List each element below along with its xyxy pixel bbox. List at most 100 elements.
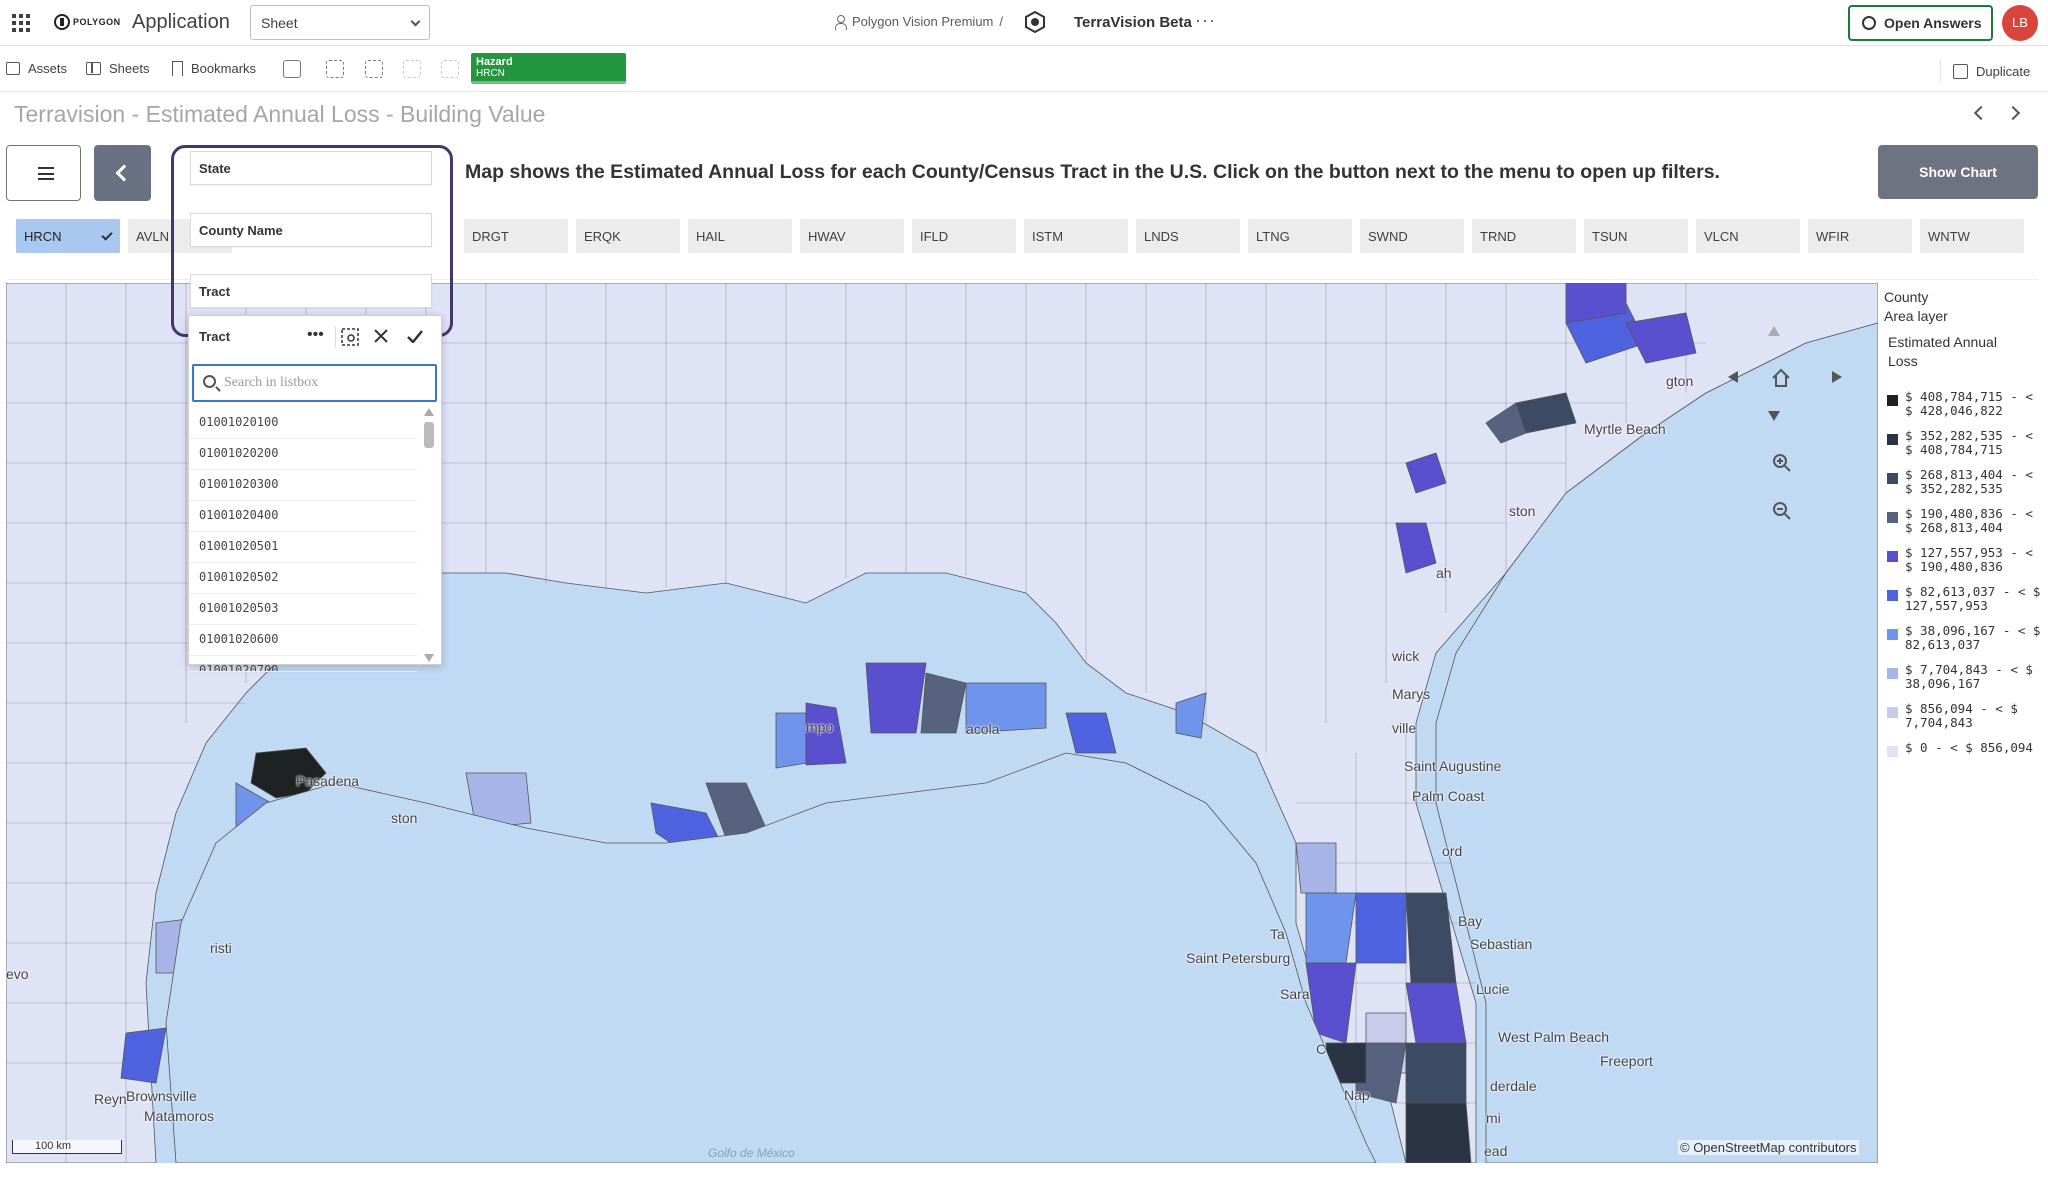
duplicate-label: Duplicate — [1976, 63, 2031, 79]
listbox-item[interactable]: 01001020503 — [189, 594, 417, 625]
insights-icon[interactable] — [283, 60, 301, 78]
more-options-icon[interactable]: ··· — [1195, 10, 1216, 31]
listbox-item[interactable]: 01001020501 — [189, 532, 417, 563]
map-label: ston — [391, 810, 418, 826]
duplicate-icon — [1953, 63, 1968, 79]
avatar[interactable]: LB — [2002, 5, 2038, 41]
pan-up-icon[interactable] — [1768, 326, 1780, 336]
scroll-down-icon[interactable] — [424, 654, 434, 662]
map-label: Brownsville — [126, 1088, 197, 1104]
map-label: Sebastian — [1470, 936, 1533, 952]
space-link[interactable]: Polygon Vision Premium — [852, 14, 993, 29]
toolbar: Assets Sheets Bookmarks Hazard HRCN Dupl… — [0, 47, 2048, 92]
selections-tool-icon[interactable] — [365, 60, 383, 78]
hazard-button-ltng[interactable]: LTNG — [1248, 219, 1352, 253]
duplicate-button[interactable]: Duplicate — [1940, 60, 2030, 82]
assets-icon — [6, 62, 20, 75]
sheets-icon — [86, 62, 101, 75]
space-icon — [834, 14, 847, 30]
sheets-button[interactable]: Sheets — [86, 61, 149, 76]
hamburger-icon — [38, 167, 54, 180]
hazard-button-hail[interactable]: HAIL — [688, 219, 792, 253]
hazard-button-tsun[interactable]: TSUN — [1584, 219, 1688, 253]
hazard-button-lnds[interactable]: LNDS — [1136, 219, 1240, 253]
sheet-title: Terravision - Estimated Annual Loss - Bu… — [14, 101, 546, 127]
legend-swatch — [1887, 395, 1898, 406]
legend-label: $ 82,613,037 - < $ 127,557,953 — [1905, 584, 2041, 613]
map-label: Myrtle Beach — [1584, 421, 1666, 437]
clear-selections-icon[interactable] — [441, 60, 459, 78]
legend-swatch — [1887, 668, 1898, 679]
county-name-filter[interactable]: County Name — [190, 213, 432, 247]
zoom-out-icon[interactable] — [1772, 501, 1792, 521]
app-name[interactable]: TerraVision Beta — [1074, 14, 1192, 31]
hazard-button-hrcn[interactable]: HRCN — [16, 219, 120, 253]
hazard-button-wntw[interactable]: WNTW — [1920, 219, 2024, 253]
listbox-item[interactable]: 01001020300 — [189, 470, 417, 501]
bookmarks-label: Bookmarks — [191, 61, 257, 76]
smart-search-icon[interactable] — [326, 60, 344, 78]
listbox-item[interactable]: 01001020400 — [189, 501, 417, 532]
map-label: Nap — [1344, 1087, 1370, 1103]
state-filter[interactable]: State — [190, 151, 432, 185]
home-icon[interactable] — [1771, 368, 1791, 388]
open-answers-button[interactable]: Open Answers — [1848, 5, 1993, 41]
listbox-search-input[interactable]: Search in listbox — [192, 364, 437, 402]
legend-swatch — [1887, 707, 1898, 718]
hazard-button-wfir[interactable]: WFIR — [1808, 219, 1912, 253]
scroll-up-icon[interactable] — [424, 408, 434, 416]
pan-left-icon[interactable] — [1728, 371, 1738, 383]
listbox-item[interactable]: 01001020200 — [189, 439, 417, 470]
sheet-select[interactable]: Sheet — [250, 5, 430, 40]
hazard-selection-chip[interactable]: Hazard HRCN — [471, 53, 626, 84]
legend-label: $ 352,282,535 - < $ 408,784,715 — [1905, 428, 2033, 457]
next-sheet-icon[interactable] — [2005, 105, 2021, 121]
tract-listbox-popup: Tract ••• Search in listbox 01001020100 0… — [188, 315, 442, 672]
assets-button[interactable]: Assets — [6, 61, 67, 76]
listbox-search-placeholder: Search in listbox — [224, 375, 319, 390]
map-label: wick — [1392, 648, 1420, 664]
step-back-icon[interactable] — [403, 60, 421, 78]
previous-sheet-icon[interactable] — [1973, 105, 1989, 121]
hazard-button-vlcn[interactable]: VLCN — [1696, 219, 1800, 253]
legend-label: $ 127,557,953 - < $ 190,480,836 — [1905, 545, 2033, 574]
hazard-button-drgt[interactable]: DRGT — [464, 219, 568, 253]
listbox-item[interactable]: 01001020100 — [189, 408, 417, 439]
listbox-item[interactable]: 01001020502 — [189, 563, 417, 594]
app-launcher-icon[interactable] — [12, 14, 30, 32]
map-attribution[interactable]: © OpenStreetMap contributors — [1678, 1140, 1859, 1155]
map-label: C — [1316, 1041, 1327, 1057]
polygon-logo[interactable]: POLYGON — [54, 13, 121, 31]
breadcrumb-separator: / — [999, 14, 1004, 29]
tract-filter[interactable]: Tract — [190, 274, 432, 308]
listbox-item[interactable]: 01001020600 — [189, 625, 417, 656]
pan-down-icon[interactable] — [1768, 411, 1780, 421]
map-label: risti — [210, 940, 232, 956]
map-label: ston — [1509, 503, 1536, 519]
hazard-button-ifld[interactable]: IFLD — [912, 219, 1016, 253]
hazard-button-hwav[interactable]: HWAV — [800, 219, 904, 253]
show-chart-button[interactable]: Show Chart — [1878, 145, 2038, 199]
listbox-scrollbar[interactable] — [422, 408, 436, 662]
hazard-button-erqk[interactable]: ERQK — [576, 219, 680, 253]
legend-swatch — [1887, 512, 1898, 523]
hazard-button-trnd[interactable]: TRND — [1472, 219, 1576, 253]
legend-title: County Area layer — [1884, 288, 1948, 326]
more-options-icon[interactable]: ••• — [307, 326, 324, 344]
scroll-thumb[interactable] — [424, 422, 434, 448]
selection-tool-icon[interactable] — [341, 328, 359, 346]
bookmarks-button[interactable]: Bookmarks — [172, 61, 256, 76]
menu-button[interactable] — [6, 145, 81, 201]
zoom-in-icon[interactable] — [1772, 453, 1792, 473]
confirm-check-icon[interactable] — [407, 330, 423, 343]
legend-title-line2: Area layer — [1884, 308, 1948, 324]
listbox-item[interactable]: 01001020700 — [189, 656, 417, 672]
hazard-button-swnd[interactable]: SWND — [1360, 219, 1464, 253]
legend-swatch — [1887, 590, 1898, 601]
hazard-button-istm[interactable]: ISTM — [1024, 219, 1128, 253]
toggle-filters-button[interactable] — [94, 145, 151, 201]
pan-right-icon[interactable] — [1832, 371, 1842, 383]
legend-label: $ 190,480,836 - < $ 268,813,404 — [1905, 506, 2033, 535]
app-window: POLYGON Application Sheet Polygon Vision… — [0, 0, 2048, 1177]
close-icon[interactable] — [374, 329, 388, 343]
